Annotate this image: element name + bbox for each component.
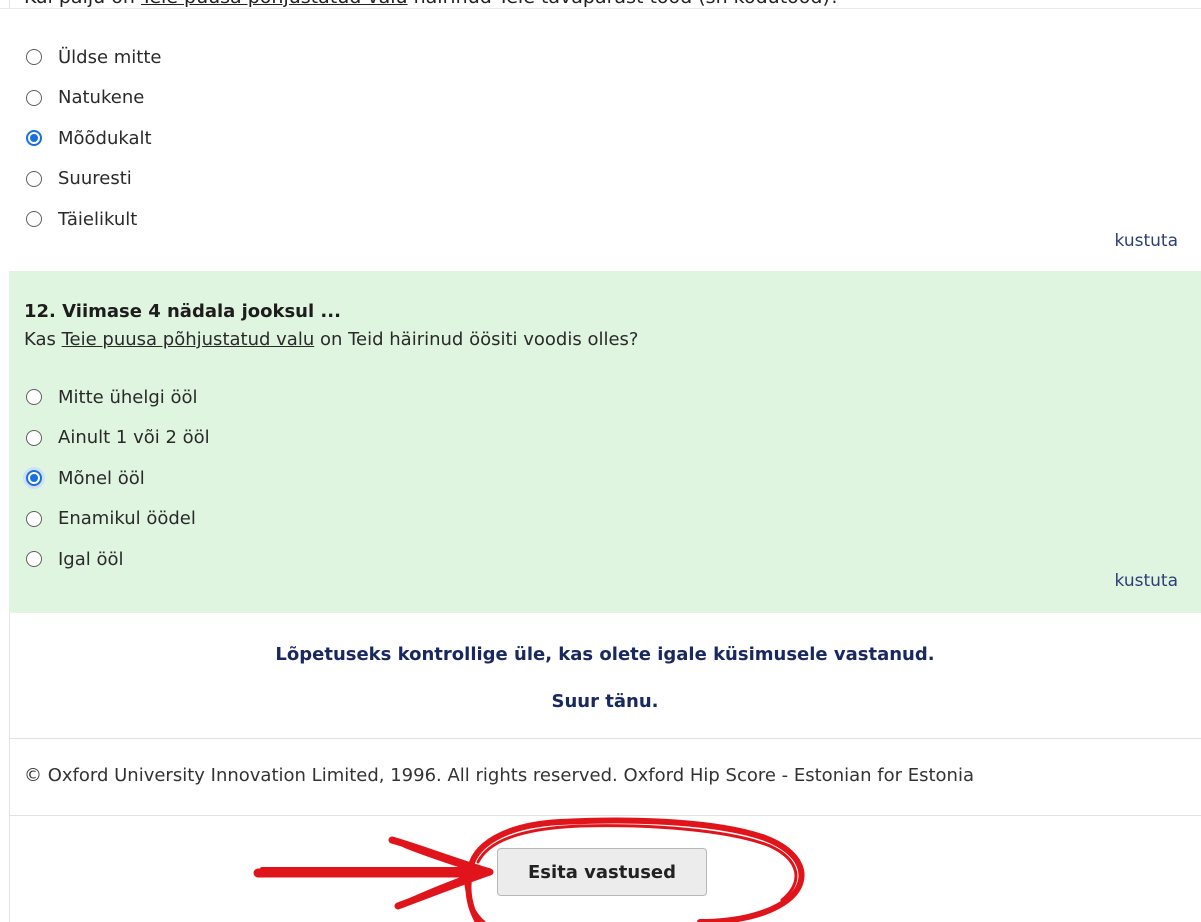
option-label: Mõnel ööl: [58, 467, 145, 489]
previous-question-card: Üldse mitte Natukene Mõõdukalt Suuresti …: [9, 9, 1201, 271]
radio-option-moodukalt[interactable]: Mõõdukalt: [26, 118, 162, 159]
question-text: Kas Teie puusa põhjustatud valu on Teid …: [24, 329, 638, 350]
option-label: Ainult 1 või 2 ööl: [58, 427, 210, 449]
option-label: Mitte ühelgi ööl: [58, 386, 198, 408]
copyright-notice: © Oxford University Innovation Limited, …: [24, 765, 975, 786]
previous-question-options: Üldse mitte Natukene Mõõdukalt Suuresti …: [26, 37, 162, 240]
question-12-options: Mitte ühelgi ööl Ainult 1 või 2 ööl Mõne…: [26, 377, 210, 580]
radio-option-uldse-mitte[interactable]: Üldse mitte: [26, 37, 162, 78]
option-label: Suuresti: [58, 168, 132, 190]
divider: [9, 738, 1201, 739]
divider: [9, 815, 1201, 816]
option-label: Täielikult: [58, 208, 138, 230]
radio-button[interactable]: [26, 510, 42, 527]
radio-button[interactable]: [26, 429, 42, 446]
page: Kui palju on Teie puusa põhjustatud valu…: [0, 0, 1201, 922]
annotation-arrow-head-stroke: [403, 844, 482, 902]
question-12-card: 12. Viimase 4 nädala jooksul ... Kas Tei…: [9, 271, 1201, 613]
radio-button[interactable]: [26, 389, 42, 406]
option-label: Igal ööl: [58, 548, 124, 570]
previous-question-text: Kui palju on Teie puusa põhjustatud valu…: [24, 0, 840, 8]
clear-answer-link[interactable]: kustuta: [1115, 231, 1178, 251]
closing-thanks: Suur tänu.: [551, 691, 659, 712]
option-label: Natukene: [58, 87, 145, 109]
annotation-circle-left-stroke: [464, 883, 486, 922]
radio-option-natukene[interactable]: Natukene: [26, 78, 162, 119]
question-text-underlined: Teie puusa põhjustatud valu: [61, 329, 315, 350]
option-label: Mõõdukalt: [58, 127, 152, 149]
question-text-suffix: on Teid häirinud öösiti voodis olles?: [314, 329, 639, 350]
radio-option-mitte-uhelgi-ool[interactable]: Mitte ühelgi ööl: [26, 377, 210, 418]
radio-option-igal-ool[interactable]: Igal ööl: [26, 539, 210, 580]
radio-option-enamikul-oodel[interactable]: Enamikul öödel: [26, 499, 210, 540]
annotation-arrow-head: [388, 836, 494, 910]
radio-button[interactable]: [26, 170, 42, 187]
previous-question-text-underlined: Teie puusa põhjustatud valu: [141, 0, 408, 8]
annotation-circle-left: [465, 869, 481, 922]
radio-button-selected[interactable]: [26, 470, 42, 487]
option-label: Enamikul öödel: [58, 508, 196, 530]
closing-message: Lõpetuseks kontrollige üle, kas olete ig…: [9, 613, 1201, 739]
question-title: 12. Viimase 4 nädala jooksul ...: [24, 301, 341, 322]
previous-question-text-prefix: Kui palju on: [24, 0, 141, 8]
clear-answer-link[interactable]: kustuta: [1115, 571, 1178, 591]
closing-instruction: Lõpetuseks kontrollige üle, kas olete ig…: [275, 644, 935, 665]
previous-question-text-suffix: häirinud Teie tavapärast tööd (sh kodutö…: [408, 0, 840, 8]
question-text-prefix: Kas: [24, 329, 62, 350]
radio-button[interactable]: [26, 89, 42, 106]
submit-answers-button[interactable]: Esita vastused: [497, 848, 707, 896]
radio-button-selected[interactable]: [26, 130, 42, 147]
radio-button[interactable]: [26, 551, 42, 568]
option-label: Üldse mitte: [58, 46, 162, 68]
radio-option-taielikult[interactable]: Täielikult: [26, 199, 162, 240]
radio-option-ainult-1-voi-2-ool[interactable]: Ainult 1 või 2 ööl: [26, 418, 210, 459]
radio-button[interactable]: [26, 49, 42, 66]
radio-button[interactable]: [26, 211, 42, 228]
radio-option-suuresti[interactable]: Suuresti: [26, 159, 162, 200]
radio-option-monel-ool[interactable]: Mõnel ööl: [26, 458, 210, 499]
